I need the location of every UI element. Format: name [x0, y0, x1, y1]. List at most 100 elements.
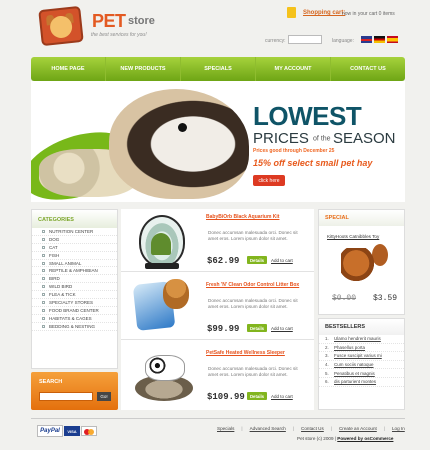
- copyright: Pet store (c) 2009 | Powered by osCommer…: [297, 436, 394, 441]
- nav-home[interactable]: HOME PAGE: [31, 57, 106, 81]
- category-item[interactable]: SPECIALTY STORES: [32, 299, 117, 307]
- search-go-button[interactable]: Go!: [97, 392, 111, 401]
- product-details-button[interactable]: Details: [247, 324, 267, 332]
- product-details-button[interactable]: Details: [247, 256, 267, 264]
- bullet-icon: [42, 229, 45, 233]
- bullet-icon: [42, 316, 45, 320]
- category-item[interactable]: NUTRITION CENTER: [32, 228, 117, 236]
- dalmatian-image: [145, 355, 185, 381]
- special-product-link[interactable]: KittyHoots Catnibbles Toy: [327, 234, 379, 239]
- bestseller-label: dis parturient montes: [334, 379, 377, 385]
- categories-title: CATEGORIES: [32, 210, 117, 228]
- nav-new-products[interactable]: NEW PRODUCTS: [106, 57, 181, 81]
- category-item[interactable]: SMALL ANIMAL: [32, 260, 117, 268]
- bestseller-label: Phasellus porta: [334, 344, 366, 350]
- bestsellers-panel: BESTSELLERS 1. Ulamo hendrerit mauris 2. Ph…: [318, 318, 405, 410]
- main-nav: HOME PAGE NEW PRODUCTS SPECIALS MY ACCOU…: [31, 57, 405, 81]
- category-item[interactable]: FISH: [32, 252, 117, 260]
- category-item[interactable]: WILD BIRD: [32, 283, 117, 292]
- currency-select[interactable]: [288, 35, 322, 44]
- product-price: $109.99: [207, 392, 245, 402]
- shopping-cart-link[interactable]: Shopping cart:: [303, 10, 345, 16]
- product-details-button[interactable]: Details: [247, 392, 267, 400]
- special-old-price: $0.00: [332, 294, 357, 303]
- product-description: Donec accumsan malesuada orci. Donec sit…: [208, 298, 298, 309]
- category-item[interactable]: FLEA & TICK: [32, 291, 117, 300]
- banner-prices: PRICES of the: [253, 130, 331, 147]
- bestseller-item[interactable]: 2. Phasellus porta: [319, 344, 404, 353]
- product-description: Donec accumsan malesuada orci. Donec sit…: [208, 230, 298, 241]
- category-item[interactable]: FOOD BRAND CENTER: [32, 307, 117, 315]
- add-to-cart-link[interactable]: Add to cart: [271, 258, 293, 263]
- copyright-text: Pet store (c) 2009: [297, 436, 334, 441]
- bullet-icon: [42, 285, 45, 289]
- flag-english-icon[interactable]: [361, 36, 372, 43]
- footer-divider: [31, 418, 405, 419]
- category-label: BEDDING & NESTING: [49, 323, 96, 329]
- category-label: FOOD BRAND CENTER: [49, 307, 99, 313]
- bestseller-item[interactable]: 1. Ulamo hendrerit mauris: [319, 335, 404, 344]
- category-item[interactable]: HABITATS & CAGES: [32, 315, 117, 323]
- nav-my-account[interactable]: MY ACCOUNT: [256, 57, 331, 81]
- bullet-icon: [42, 277, 45, 281]
- product-item: Fresh 'N' Clean Odor Control Litter Box …: [121, 277, 314, 340]
- promo-banner[interactable]: LOWEST PRICES of the SEASON Prices good …: [31, 81, 405, 202]
- flag-german-icon[interactable]: [374, 36, 385, 43]
- search-input[interactable]: [39, 392, 93, 401]
- footer-link-contact-us[interactable]: Contact Us: [301, 426, 324, 431]
- product-title[interactable]: BabyBiOrb Black Aquarium Kit: [206, 214, 279, 220]
- footer-link-specials[interactable]: Specials: [217, 426, 234, 431]
- banner-title: LOWEST: [253, 101, 362, 131]
- bestseller-item[interactable]: 5. Penatibus et magnis: [319, 369, 404, 378]
- flag-spanish-icon[interactable]: [387, 36, 398, 43]
- nav-contact-us[interactable]: CONTACT US: [331, 57, 405, 81]
- footer-link-create-account[interactable]: Create an Account: [339, 426, 377, 431]
- cart-status: now in your cart 0 items: [342, 11, 395, 17]
- nav-specials[interactable]: SPECIALS: [181, 57, 256, 81]
- shopping-cart-icon[interactable]: [287, 7, 296, 18]
- add-to-cart-link[interactable]: Add to cart: [271, 326, 293, 331]
- bullet-icon: [42, 253, 45, 257]
- logo-text-store[interactable]: store: [128, 15, 155, 27]
- guinea-pig-eye: [178, 123, 187, 132]
- category-label: WILD BIRD: [49, 284, 73, 290]
- bestseller-item[interactable]: 3. Fusce suscipit varius mi: [319, 352, 404, 361]
- search-title: SEARCH: [39, 379, 63, 385]
- bestseller-item[interactable]: 4. Cum sociis natoque: [319, 361, 404, 370]
- category-item[interactable]: CAT: [32, 244, 117, 252]
- squirrel-toy-image[interactable]: [341, 248, 379, 286]
- category-item[interactable]: DOG: [32, 236, 117, 244]
- category-label: FLEA & TICK: [49, 292, 76, 298]
- category-label: DOG: [49, 236, 60, 242]
- bullet-icon: [42, 300, 45, 304]
- category-label: NUTRITION CENTER: [49, 228, 94, 234]
- category-label: CAT: [49, 244, 58, 250]
- bullet-icon: [42, 269, 45, 273]
- logo-icon[interactable]: [38, 5, 84, 47]
- category-item[interactable]: BEDDING & NESTING: [32, 323, 117, 331]
- bestseller-item[interactable]: 6. dis parturient montes: [319, 378, 404, 387]
- category-label: BIRD: [49, 276, 60, 282]
- logo-text-pet[interactable]: PET: [92, 11, 126, 32]
- banner-season: SEASON: [333, 130, 396, 147]
- categories-list: NUTRITION CENTER DOG CAT FISH SMALL ANIMAL RE…: [32, 228, 117, 331]
- bullet-icon: [42, 324, 45, 328]
- product-title[interactable]: Fresh 'N' Clean Odor Control Litter Box: [206, 282, 299, 288]
- category-label: REPTILE & AMPHIBIAN: [49, 268, 98, 274]
- category-item[interactable]: BIRD: [32, 275, 117, 284]
- powered-by-link[interactable]: Powered by osCommerce: [337, 436, 393, 441]
- bullet-icon: [42, 245, 45, 249]
- bestseller-label: Penatibus et magnis: [334, 370, 375, 376]
- aquarium-plant: [151, 233, 171, 255]
- category-item[interactable]: REPTILE & AMPHIBIAN: [32, 267, 117, 276]
- product-title[interactable]: PetSafe Heated Wellness Sleeper: [206, 350, 285, 356]
- guinea-pig-image: [109, 89, 249, 199]
- footer-link-advanced-search[interactable]: Advanced Search: [250, 426, 286, 431]
- category-label: HABITATS & CAGES: [49, 315, 92, 321]
- footer-link-log-in[interactable]: Log In: [392, 426, 405, 431]
- product-price: $62.99: [207, 256, 240, 266]
- categories-panel: CATEGORIES NUTRITION CENTER DOG CAT FISH SMA…: [31, 209, 118, 369]
- banner-click-here-button[interactable]: click here: [253, 175, 285, 186]
- banner-prices-text: PRICES: [253, 130, 309, 147]
- add-to-cart-link[interactable]: Add to cart: [271, 394, 293, 399]
